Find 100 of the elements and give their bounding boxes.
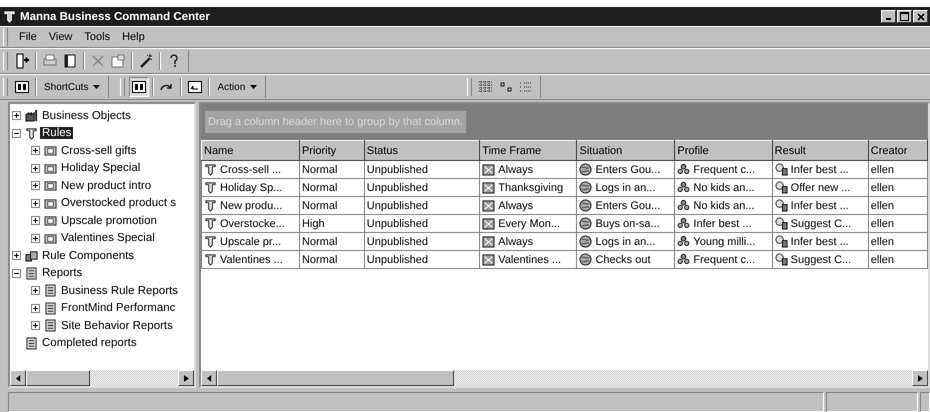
tree-item[interactable]: New product intro <box>59 180 154 192</box>
calendar-icon <box>482 253 496 266</box>
table-cell: No kids an... <box>674 196 772 214</box>
close-button[interactable] <box>913 10 928 23</box>
horizontal-scrollbar[interactable] <box>201 370 928 386</box>
table-cell: Logs in an... <box>576 232 675 250</box>
expand-toggle[interactable] <box>31 304 42 313</box>
tree-item[interactable]: Upscale promotion <box>59 214 159 227</box>
action-button[interactable]: Action <box>213 77 262 97</box>
right-arrow-icon[interactable] <box>184 374 188 382</box>
table-cell: No kids an... <box>674 178 772 196</box>
calendar-icon <box>482 199 496 212</box>
table-cell: ellen <box>868 214 928 232</box>
folder-icon <box>44 179 57 192</box>
table-cell: Buys on-sa... <box>576 214 675 232</box>
expand-toggle[interactable] <box>31 146 42 156</box>
tree-item[interactable]: Completed reports <box>40 337 139 350</box>
column-header[interactable]: Result <box>772 140 868 160</box>
table-cell: Normal <box>299 160 364 178</box>
table-cell: High <box>299 214 364 232</box>
scroll-icon <box>25 126 38 140</box>
column-header[interactable]: Priority <box>299 140 364 160</box>
folder-icon <box>44 232 57 245</box>
building-icon <box>25 109 38 122</box>
tree-item[interactable]: Business Rule Reports <box>59 284 180 297</box>
menu-item[interactable]: File <box>14 31 42 43</box>
tree-item[interactable]: Rules <box>40 127 74 140</box>
people-icon <box>677 181 690 194</box>
window-title: Manna Business Command Center <box>20 10 211 22</box>
lightbulb-icon <box>774 253 788 266</box>
menu-item[interactable]: Help <box>117 31 150 43</box>
minimize-button[interactable] <box>881 10 896 23</box>
blocks-icon <box>25 249 38 262</box>
folder-icon <box>44 214 57 228</box>
table-cell: Normal <box>299 250 364 268</box>
lightbulb-icon <box>774 217 788 230</box>
table-cell: Thanksgiving <box>480 178 577 196</box>
column-header[interactable]: Creator <box>868 140 928 160</box>
tree-item[interactable]: Site Behavior Reports <box>59 320 175 332</box>
shortcuts-button[interactable]: ShortCuts <box>40 77 104 97</box>
globe-icon <box>579 235 592 248</box>
lightbulb-icon <box>774 199 788 212</box>
collapse-toggle[interactable] <box>12 268 23 278</box>
calendar-icon <box>482 235 496 248</box>
expand-toggle[interactable] <box>31 321 42 330</box>
expand-toggle[interactable] <box>31 164 42 173</box>
tree-item[interactable]: Overstocked product s <box>59 197 178 210</box>
table-cell: Upscale pr... <box>202 232 300 250</box>
column-header[interactable]: Name <box>202 140 300 160</box>
column-header[interactable]: Profile <box>674 140 772 160</box>
expand-toggle[interactable] <box>31 286 42 296</box>
table-cell: Unpublished <box>364 196 480 214</box>
tree-item[interactable]: Valentines Special <box>59 232 157 244</box>
tree-item[interactable]: Business Objects <box>40 110 133 122</box>
menu-item[interactable]: View <box>44 31 78 43</box>
left-arrow-icon[interactable] <box>206 374 212 382</box>
tree-item[interactable]: Cross-sell gifts <box>59 144 138 157</box>
table-cell: Infer best ... <box>772 232 868 250</box>
collapse-toggle[interactable] <box>12 128 23 138</box>
table-cell: Checks out <box>576 250 675 268</box>
maximize-button[interactable] <box>897 10 912 23</box>
table-cell: Normal <box>299 196 364 214</box>
table-cell: Normal <box>299 178 364 196</box>
folder-icon <box>44 196 57 210</box>
menu-item[interactable]: Tools <box>79 31 116 43</box>
expand-toggle[interactable] <box>31 181 42 190</box>
report-icon <box>25 336 38 350</box>
table-cell: Holiday Sp... <box>202 178 300 196</box>
expand-toggle[interactable] <box>12 251 23 260</box>
expand-toggle[interactable] <box>31 234 42 243</box>
column-header[interactable]: Time Frame <box>480 140 577 160</box>
tree-item[interactable]: FrontMind Performanc <box>59 302 178 314</box>
tree-item[interactable]: Holiday Special <box>59 162 142 174</box>
folder-icon <box>44 144 57 158</box>
table-cell: Always <box>480 196 577 214</box>
tree-item[interactable]: Reports <box>40 267 84 280</box>
caret-icon <box>250 85 258 89</box>
table-cell: Unpublished <box>364 250 480 268</box>
table-cell: Enters Gou... <box>576 160 675 178</box>
expand-toggle[interactable] <box>31 198 42 208</box>
horizontal-scrollbar[interactable] <box>10 370 194 386</box>
report-icon <box>44 284 57 298</box>
column-header[interactable]: Status <box>364 140 480 160</box>
tree-item[interactable]: Rule Components <box>40 250 136 262</box>
panel-icon[interactable] <box>129 77 150 97</box>
left-arrow-icon[interactable] <box>16 374 20 382</box>
column-header[interactable]: Situation <box>576 140 675 160</box>
table-cell: Unpublished <box>364 178 480 196</box>
people-icon <box>677 217 690 230</box>
expand-toggle[interactable] <box>31 216 42 226</box>
globe-icon <box>579 181 592 194</box>
expand-toggle[interactable] <box>12 111 23 120</box>
table-cell: Infer best ... <box>674 214 772 232</box>
scroll-icon <box>204 181 217 194</box>
report-icon <box>44 302 57 315</box>
lightbulb-icon <box>774 163 788 176</box>
calendar-icon <box>482 181 496 194</box>
table-cell: Valentines ... <box>202 250 300 268</box>
right-arrow-icon[interactable] <box>918 374 922 382</box>
globe-icon <box>579 253 592 266</box>
